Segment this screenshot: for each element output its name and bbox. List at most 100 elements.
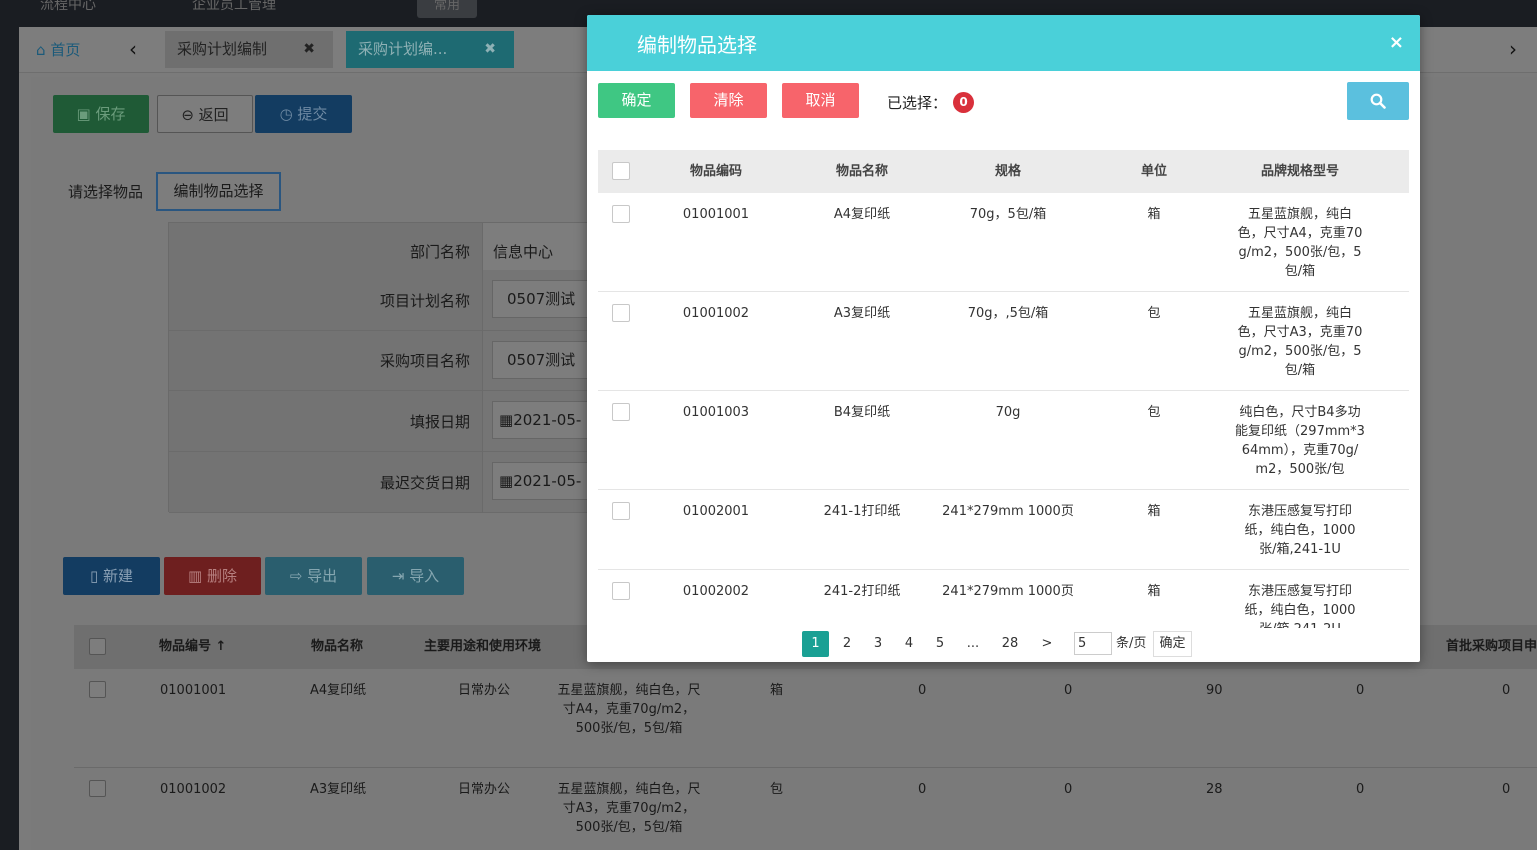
- new-button[interactable]: ▯ 新建: [63, 557, 160, 595]
- tab-label: 采购计划编...: [358, 40, 448, 58]
- file-icon: ▯: [89, 567, 103, 585]
- left-sidebar: [0, 27, 19, 850]
- delete-button[interactable]: ▥ 删除: [164, 557, 261, 595]
- import-button[interactable]: ⇥ 导入: [367, 557, 464, 595]
- row-checkbox[interactable]: [89, 780, 106, 797]
- page-button-current[interactable]: 1: [802, 631, 829, 657]
- confirm-button[interactable]: 确定: [598, 83, 675, 118]
- cell-name: A3复印纸: [833, 306, 891, 321]
- page-button[interactable]: 4: [901, 631, 917, 657]
- tab-purchase-plan[interactable]: 采购计划编制 ✖: [165, 31, 333, 68]
- field-label: 填报日期: [169, 391, 482, 452]
- export-button[interactable]: ⇨ 导出: [265, 557, 362, 595]
- cell-spec: 五星蓝旗舰，纯白色，尺寸A4，克重70g/m2，500张/包，5包/箱: [557, 683, 701, 736]
- column-header: 主要用途和使用环境: [424, 639, 542, 654]
- row-checkbox[interactable]: [612, 304, 630, 322]
- cell-name: A3复印纸: [310, 782, 367, 797]
- table-row[interactable]: 01001002 A3复印纸 日常办公 五星蓝旗舰，纯白色，尺寸A3，克重70g…: [74, 768, 1537, 850]
- cell-spec: 70g，,5包/箱: [967, 306, 1049, 321]
- modal-title: 编制物品选择: [637, 33, 757, 57]
- cell-brand: 纯白色，尺寸B4多功 能复印纸（297mm*3 64mm），克重70g/ m2，…: [1235, 405, 1365, 477]
- page-button-last[interactable]: 28: [999, 631, 1021, 657]
- menu-common[interactable]: 常用: [417, 0, 477, 18]
- tabs-scroll-right-icon[interactable]: ›: [1509, 37, 1517, 61]
- close-icon[interactable]: ✖: [303, 31, 315, 68]
- next-page-button[interactable]: >: [1039, 631, 1055, 657]
- cell-code: 01001002: [682, 306, 750, 321]
- page-go-button[interactable]: 确定: [1153, 631, 1192, 657]
- tabs-scroll-left-icon[interactable]: ‹: [129, 37, 137, 61]
- cell-number: 0: [918, 782, 927, 797]
- table-row[interactable]: 01001002 A3复印纸 70g，,5包/箱 包 五星蓝旗舰，纯白 色，尺寸…: [598, 292, 1409, 391]
- menu-flow-center[interactable]: 流程中心: [40, 0, 96, 14]
- column-header[interactable]: 物品编号 ↑: [159, 625, 226, 669]
- cell-number: 0: [1502, 782, 1511, 797]
- plan-name-input[interactable]: 0507测试: [492, 280, 592, 318]
- tab-home[interactable]: ⌂ 首页: [36, 39, 80, 60]
- tab-home-label: 首页: [50, 41, 81, 59]
- row-checkbox[interactable]: [612, 502, 630, 520]
- page-button[interactable]: 2: [839, 631, 855, 657]
- table-row[interactable]: 01002002 241-2打印纸 241*279mm 1000页 箱 东港压感…: [598, 570, 1409, 628]
- close-icon[interactable]: ×: [1389, 32, 1404, 53]
- modal-header: 编制物品选择 ×: [587, 15, 1420, 71]
- cell-number: 0: [1064, 782, 1073, 797]
- cell-usage: 日常办公: [458, 683, 511, 698]
- page-button[interactable]: 5: [932, 631, 948, 657]
- column-header-unit: 单位: [1140, 164, 1167, 179]
- page-size-input[interactable]: [1074, 632, 1112, 655]
- form-row-project-name: 采购项目名称 0507测试: [169, 331, 592, 391]
- cell-unit: 箱: [1147, 504, 1161, 519]
- row-checkbox[interactable]: [89, 681, 106, 698]
- cell-brand: 东港压感复写打印 纸，纯白色，1000 张/箱,241-1U: [1244, 504, 1356, 557]
- row-checkbox[interactable]: [612, 205, 630, 223]
- clear-button[interactable]: 清除: [690, 83, 767, 118]
- home-icon: ⌂: [36, 41, 46, 59]
- search-button[interactable]: [1347, 82, 1409, 120]
- trash-icon: ▥: [188, 567, 207, 585]
- column-header-spec: 规格: [994, 164, 1021, 179]
- table-row[interactable]: 01001001 A4复印纸 日常办公 五星蓝旗舰，纯白色，尺寸A4，克重70g…: [74, 669, 1537, 768]
- select-items-button[interactable]: 编制物品选择: [156, 172, 281, 211]
- table-row[interactable]: 01002001 241-1打印纸 241*279mm 1000页 箱 东港压感…: [598, 490, 1409, 570]
- delivery-date-input[interactable]: ▦2021-05-: [492, 462, 592, 500]
- tab-purchase-plan-edit[interactable]: 采购计划编... ✖: [346, 31, 514, 68]
- table-row[interactable]: 01001003 B4复印纸 70g 包 纯白色，尺寸B4多功 能复印纸（297…: [598, 391, 1409, 490]
- export-icon: ⇨: [289, 567, 308, 585]
- page-size-unit: 条/页: [1116, 636, 1147, 651]
- cell-brand: 五星蓝旗舰，纯白 色，尺寸A3，克重70 g/m2，500张/包，5 包/箱: [1237, 306, 1363, 378]
- menu-employee-management[interactable]: 企业员工管理: [192, 0, 276, 14]
- row-checkbox[interactable]: [612, 403, 630, 421]
- back-button[interactable]: ⊖ 返回: [157, 95, 253, 133]
- page-button[interactable]: 3: [870, 631, 886, 657]
- cell-name: A4复印纸: [310, 683, 367, 698]
- select-all-checkbox[interactable]: [612, 162, 630, 180]
- cell-brand: 五星蓝旗舰，纯白 色，尺寸A4，克重70 g/m2，500张/包，5 包/箱: [1237, 207, 1363, 279]
- row-checkbox[interactable]: [612, 582, 630, 600]
- cell-name: B4复印纸: [833, 405, 891, 420]
- column-header-name: 物品名称: [835, 164, 888, 179]
- select-all-checkbox[interactable]: [89, 638, 106, 655]
- cell-name: 241-1打印纸: [823, 504, 901, 519]
- modal-table-header: 物品编码 物品名称 规格 单位 品牌规格型号: [598, 150, 1409, 193]
- column-header: 物品名称: [311, 639, 364, 654]
- cell-number: 0: [1356, 683, 1365, 698]
- cancel-button[interactable]: 取消: [782, 83, 859, 118]
- calendar-icon: ▦: [499, 472, 514, 490]
- cell-spec: 五星蓝旗舰，纯白色，尺寸A3，克重70g/m2，500张/包，5包/箱: [557, 782, 701, 835]
- tab-label: 采购计划编制: [177, 40, 268, 58]
- table-row[interactable]: 01001001 A4复印纸 70g，5包/箱 箱 五星蓝旗舰，纯白 色，尺寸A…: [598, 193, 1409, 292]
- close-icon[interactable]: ✖: [484, 31, 496, 68]
- form-row-plan-name: 项目计划名称 0507测试: [169, 270, 592, 331]
- project-name-input[interactable]: 0507测试: [492, 341, 592, 379]
- cell-code: 01002002: [682, 584, 750, 599]
- item-select-modal: 编制物品选择 × 确定 清除 取消 已选择： 0 物品编码 物品名称 规格 单位…: [587, 15, 1420, 662]
- field-label: 项目计划名称: [169, 270, 482, 331]
- cell-spec: 241*279mm 1000页: [942, 584, 1074, 599]
- search-icon: [1370, 93, 1386, 109]
- save-button[interactable]: ▣ 保存: [53, 95, 149, 133]
- submit-button[interactable]: ◷ 提交: [255, 95, 352, 133]
- cell-number: 0: [1064, 683, 1073, 698]
- fill-date-input[interactable]: ▦2021-05-: [492, 401, 592, 439]
- selected-label: 已选择：: [887, 94, 948, 112]
